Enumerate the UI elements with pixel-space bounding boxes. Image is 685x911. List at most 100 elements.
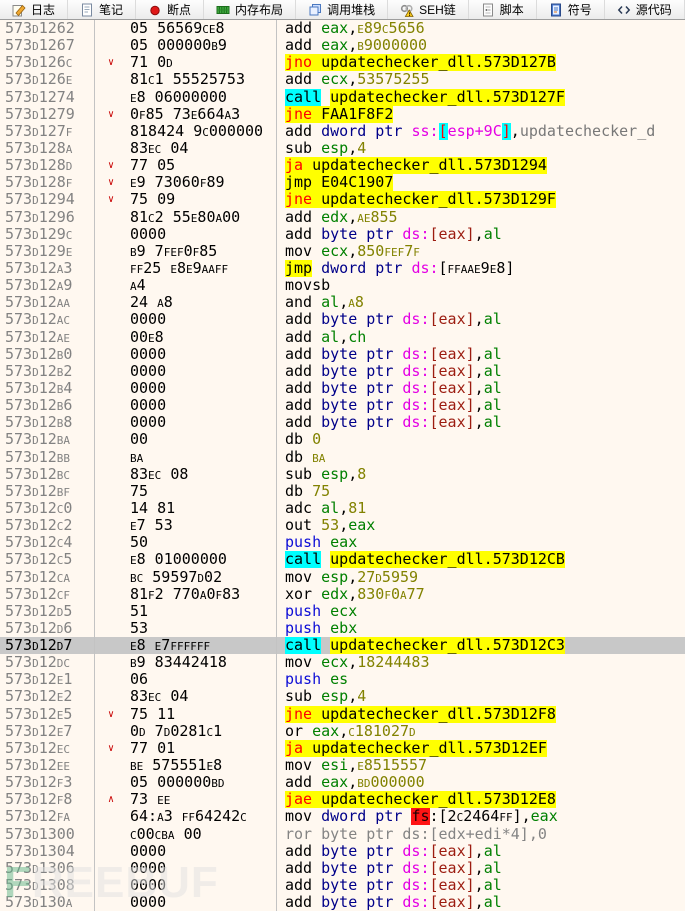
disasm-segment: esp: [321, 688, 348, 705]
disasm-segment: [eax]: [430, 843, 475, 860]
tab-breakpoint[interactable]: 断点: [136, 0, 204, 19]
disasm-row[interactable]: 573D12AC0000add byte ptr ds:[eax],al: [0, 311, 685, 328]
disasm-row[interactable]: 573D12AA24 A8and al,A8: [0, 294, 685, 311]
disasm-cell: add dword ptr ss:[esp+9C],updatechecker_…: [277, 123, 685, 140]
disasm-row[interactable]: 573D12C2E7 53out 53,eax: [0, 517, 685, 534]
disasm-row[interactable]: 573D1279∨0F85 73E664A3jne FAA1F8F2: [0, 106, 685, 123]
disasm-row[interactable]: 573D13080000add byte ptr ds:[eax],al: [0, 877, 685, 894]
disasm-row[interactable]: 573D127F818424 9C000000add dword ptr ss:…: [0, 123, 685, 140]
tab-symbols[interactable]: 符号: [537, 0, 605, 19]
disasm-segment: jne: [285, 706, 321, 723]
disasm-row[interactable]: 573D12F305 000000BDadd eax,BD000000: [0, 774, 685, 791]
disasm-row[interactable]: 573D1294∨75 09jne updatechecker_dll.573D…: [0, 191, 685, 208]
disasm-row[interactable]: 573D12C014 81adc al,81: [0, 500, 685, 517]
disasm-row[interactable]: 573D12B20000add byte ptr ds:[eax],al: [0, 363, 685, 380]
address-cell: 573D12B0: [0, 346, 95, 363]
disasm-row[interactable]: 573D12A3FF25 E8E9AAFFjmp dword ptr ds:[F…: [0, 260, 685, 277]
disasm-row[interactable]: 573D126C∨71 0Djno updatechecker_dll.573D…: [0, 54, 685, 71]
disasm-row[interactable]: 573D12D653push ebx: [0, 620, 685, 637]
bytes-cell: ∨E9 73060F89: [95, 174, 277, 191]
disasm-row[interactable]: 573D128F∨E9 73060F89jmp E04C1907: [0, 174, 685, 191]
disasm-row[interactable]: 573D12E5∨75 11jne updatechecker_dll.573D…: [0, 706, 685, 723]
disasm-row[interactable]: 573D129681C2 55E80A00add edx,AE855: [0, 209, 685, 226]
disasm-segment: al: [484, 346, 502, 363]
bytes-cell: 0000: [95, 380, 277, 397]
disasm-segment: dword ptr: [321, 808, 411, 825]
disasm-cell: jae updatechecker_dll.573D12E8: [277, 791, 685, 808]
disasm-row[interactable]: 573D12AE00E8add al,ch: [0, 329, 685, 346]
tab-call-stack[interactable]: 调用堆栈: [296, 0, 388, 19]
bytes-cell: 81C1 55525753: [95, 71, 277, 88]
address-cell: 573D12B4: [0, 380, 95, 397]
disasm-segment: ds:: [402, 860, 429, 877]
disasm-row[interactable]: 573D13060000add byte ptr ds:[eax],al: [0, 860, 685, 877]
disasm-row[interactable]: 573D12B00000add byte ptr ds:[eax],al: [0, 346, 685, 363]
disasm-segment: ,: [348, 37, 357, 54]
disasm-segment: ds:: [402, 843, 429, 860]
disasm-segment: add: [285, 860, 321, 877]
disasm-row[interactable]: 573D12F8∧73 EEjae updatechecker_dll.573D…: [0, 791, 685, 808]
disasm-segment: ecx: [321, 71, 348, 88]
tab-log[interactable]: 日志: [0, 0, 68, 19]
disasm-segment: edx: [321, 209, 348, 226]
disasm-segment: mov: [285, 243, 321, 260]
disasm-cell: sub esp,4: [277, 688, 685, 705]
tab-notes[interactable]: 笔记: [68, 0, 136, 19]
disasm-row[interactable]: 573D12CF81F2 770A0F83xor edx,830F0A77: [0, 586, 685, 603]
tab-script[interactable]: 脚本: [469, 0, 537, 19]
disasm-row[interactable]: 573D126705 000000B9add eax,B9000000: [0, 37, 685, 54]
disasm-row[interactable]: 573D12B40000add byte ptr ds:[eax],al: [0, 380, 685, 397]
disasm-row[interactable]: 573D126205 56569CE8add eax,E89C5656: [0, 20, 685, 37]
disasm-segment: [: [439, 123, 448, 140]
disasm-row[interactable]: 573D12FA64:A3 FF64242Cmov dword ptr fs:[…: [0, 808, 685, 825]
disasm-row[interactable]: 573D12BA00db 0: [0, 431, 685, 448]
address-cell: 573D1296: [0, 209, 95, 226]
jump-down-arrow-icon: ∨: [108, 157, 114, 174]
disasm-row[interactable]: 573D129EB9 7FEF0F85mov ecx,850FEF7F: [0, 243, 685, 260]
disasm-row[interactable]: 573D12E283EC 04sub esp,4: [0, 688, 685, 705]
disasm-row[interactable]: 573D12BF75db 75: [0, 483, 685, 500]
tab-source-code[interactable]: 源代码: [605, 0, 685, 19]
tab-seh-chain[interactable]: SEH链: [388, 0, 469, 19]
disasm-row[interactable]: 573D12EEBE 575551E8mov esi,E8515557: [0, 757, 685, 774]
disasm-row[interactable]: 573D128D∨77 05ja updatechecker_dll.573D1…: [0, 157, 685, 174]
disasm-row[interactable]: 573D12C5E8 01000000call updatechecker_dl…: [0, 551, 685, 568]
disasm-segment: byte ptr: [321, 894, 402, 911]
disasm-segment: updatechecker_dll.573D12EF: [312, 740, 547, 757]
tab-memory-map[interactable]: 内存布局: [204, 0, 296, 19]
disasm-segment: [eax]: [430, 397, 475, 414]
disasm-row[interactable]: 573D12BBBAdb BA: [0, 449, 685, 466]
disasm-row[interactable]: 573D1274E8 06000000call updatechecker_dl…: [0, 89, 685, 106]
disasm-row[interactable]: 573D12E106push es: [0, 671, 685, 688]
disasm-row[interactable]: 573D12B80000add byte ptr ds:[eax],al: [0, 414, 685, 431]
disasm-segment: ds:: [402, 397, 429, 414]
jump-down-arrow-icon: ∨: [108, 706, 114, 723]
disasm-row[interactable]: 573D128A83EC 04sub esp,4: [0, 140, 685, 157]
disasm-row[interactable]: 573D12E70D 7D0281C1or eax,C181027D: [0, 723, 685, 740]
disasm-row[interactable]: 573D12D551push ecx: [0, 603, 685, 620]
disasm-row[interactable]: 573D12D7E8 E7FFFFFFcall updatechecker_dl…: [0, 637, 685, 654]
disasm-row[interactable]: 573D130A0000add byte ptr ds:[eax],al: [0, 894, 685, 911]
disasm-segment: mov: [285, 654, 321, 671]
disasm-row[interactable]: 573D12C450push eax: [0, 534, 685, 551]
disasm-row[interactable]: 573D129C0000add byte ptr ds:[eax],al: [0, 226, 685, 243]
disasm-row[interactable]: 573D12B60000add byte ptr ds:[eax],al: [0, 397, 685, 414]
tab-label: 符号: [568, 1, 592, 18]
disasm-row[interactable]: 573D12A9A4movsb: [0, 277, 685, 294]
bytes-cell: 0000: [95, 311, 277, 328]
bytes-cell: 00: [95, 431, 277, 448]
disasm-segment: AE855: [357, 209, 397, 226]
address-cell: 573D129C: [0, 226, 95, 243]
jump-down-arrow-icon: ∨: [108, 740, 114, 757]
disasm-row[interactable]: 573D12DCB9 83442418mov ecx,18244483: [0, 654, 685, 671]
bytes-cell: 14 81: [95, 500, 277, 517]
disasm-row[interactable]: 573D13040000add byte ptr ds:[eax],al: [0, 843, 685, 860]
disasm-row[interactable]: 573D12BC83EC 08sub esp,8: [0, 466, 685, 483]
disasm-row[interactable]: 573D12CABC 59597D02mov esp,27D5959: [0, 569, 685, 586]
disasm-row[interactable]: 573D1300C00CBA 00ror byte ptr ds:[edx+ed…: [0, 826, 685, 843]
call-stack-icon: [308, 3, 322, 17]
disasm-row[interactable]: 573D12EC∨77 01ja updatechecker_dll.573D1…: [0, 740, 685, 757]
disasm-cell: movsb: [277, 277, 685, 294]
disasm-row[interactable]: 573D126E81C1 55525753add ecx,53575255: [0, 71, 685, 88]
disasm-segment: E89C5656: [357, 20, 424, 37]
